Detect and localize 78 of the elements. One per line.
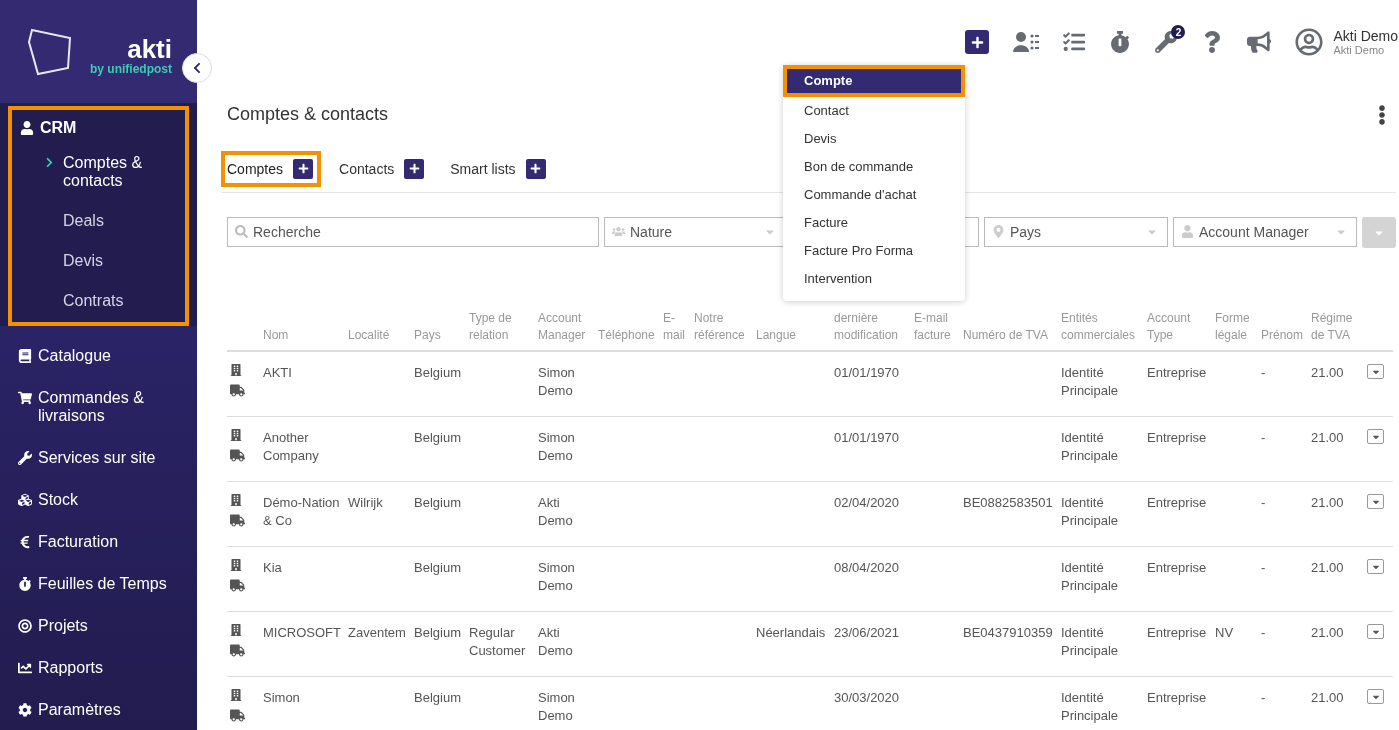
- table-cell: Identité Principale: [1061, 495, 1119, 528]
- table-cell: 30/03/2020: [834, 690, 900, 705]
- table-cell: 01/01/1970: [834, 365, 900, 380]
- table-cell: Identité Principale: [1061, 560, 1119, 593]
- logo-name: akti: [127, 35, 172, 62]
- table-cell: Simon Demo: [538, 430, 575, 463]
- table-cell: Entreprise: [1147, 625, 1207, 640]
- logo-tagline: by unifiedpost: [90, 61, 172, 76]
- table-cell: Identité Principale: [1061, 625, 1119, 658]
- table-cell: Entreprise: [1147, 365, 1207, 380]
- table-cell: Entreprise: [1147, 430, 1207, 445]
- column-header: Localité: [344, 310, 410, 351]
- column-header: Nom: [259, 310, 344, 351]
- table-cell: Entreprise: [1147, 495, 1207, 510]
- page-title: Comptes & contacts: [227, 104, 389, 125]
- column-header: E-mail facture: [910, 310, 959, 351]
- table-cell: 02/04/2020: [834, 495, 900, 510]
- table-cell: -: [1261, 495, 1266, 510]
- table-cell: -: [1261, 690, 1266, 705]
- table-cell: 21.00: [1311, 625, 1344, 640]
- column-header: Entités commerciales: [1057, 310, 1143, 351]
- column-header: Numéro de TVA: [959, 310, 1057, 351]
- table-cell: Simon Demo: [538, 365, 575, 398]
- column-header: Forme légale: [1211, 310, 1257, 351]
- table-cell: 08/04/2020: [834, 560, 900, 575]
- table-cell: Akti Demo: [538, 495, 573, 528]
- table-cell: Entreprise: [1147, 560, 1207, 575]
- table-cell: Another Company: [263, 430, 319, 463]
- column-header: Régime de TVA: [1307, 310, 1363, 351]
- table-cell: MICROSOFT: [263, 625, 341, 640]
- table-cell: 23/06/2021: [834, 625, 900, 640]
- column-header: Langue: [752, 310, 830, 351]
- table-cell: Regular Customer: [469, 625, 526, 658]
- table-cell: -: [1261, 560, 1266, 575]
- table-cell: Entreprise: [1147, 690, 1207, 705]
- column-header: Account Manager: [534, 310, 594, 351]
- table-cell: 21.00: [1311, 495, 1344, 510]
- table-cell: Kia: [263, 560, 282, 575]
- table-cell: NV: [1215, 625, 1234, 640]
- table-cell: Belgium: [414, 560, 461, 575]
- column-header: dernière modification: [830, 310, 910, 351]
- notification-badge: 2: [1171, 25, 1186, 39]
- table-cell: Belgium: [414, 495, 461, 510]
- user-company: Akti Demo: [1333, 44, 1386, 56]
- table-cell: Belgium: [414, 625, 461, 640]
- table-cell: AKTI: [263, 365, 292, 380]
- table-cell: 01/01/1970: [834, 430, 900, 445]
- table-cell: Belgium: [414, 690, 461, 705]
- table-cell: Simon Demo: [538, 560, 575, 593]
- table-cell: -: [1261, 625, 1266, 640]
- table-cell: Démo-Nation & Co: [263, 495, 340, 528]
- column-header: Account Type: [1143, 310, 1211, 351]
- column-header: Pays: [410, 310, 465, 351]
- table-cell: Identité Principale: [1061, 430, 1119, 463]
- table-cell: Belgium: [414, 430, 461, 445]
- column-header: Prénom: [1257, 310, 1307, 351]
- user-name: Akti Demo: [1333, 28, 1398, 44]
- table-cell: 21.00: [1311, 365, 1344, 380]
- table-cell: Wilrijk: [348, 495, 383, 510]
- column-header: E-mail: [659, 310, 690, 351]
- table-cell: Akti Demo: [538, 625, 573, 658]
- table-cell: Néerlandais: [756, 625, 826, 640]
- table-cell: Belgium: [414, 365, 461, 380]
- table-cell: -: [1261, 430, 1266, 445]
- table-cell: BE0437910359: [963, 625, 1053, 640]
- table-cell: 21.00: [1311, 430, 1344, 445]
- column-header: Notre référence: [690, 310, 752, 351]
- table-cell: Simon Demo: [538, 690, 575, 723]
- table-cell: Identité Principale: [1061, 365, 1119, 398]
- table-cell: Zaventem: [348, 625, 406, 640]
- table-cell: -: [1261, 365, 1266, 380]
- column-header: Type de relation: [465, 310, 534, 351]
- column-header: Téléphone: [594, 310, 659, 351]
- table-cell: BE0882583501: [963, 495, 1053, 510]
- table-cell: 21.00: [1311, 690, 1344, 705]
- table-cell: Identité Principale: [1061, 690, 1119, 723]
- table-cell: 21.00: [1311, 560, 1344, 575]
- table-cell: Simon: [263, 690, 300, 705]
